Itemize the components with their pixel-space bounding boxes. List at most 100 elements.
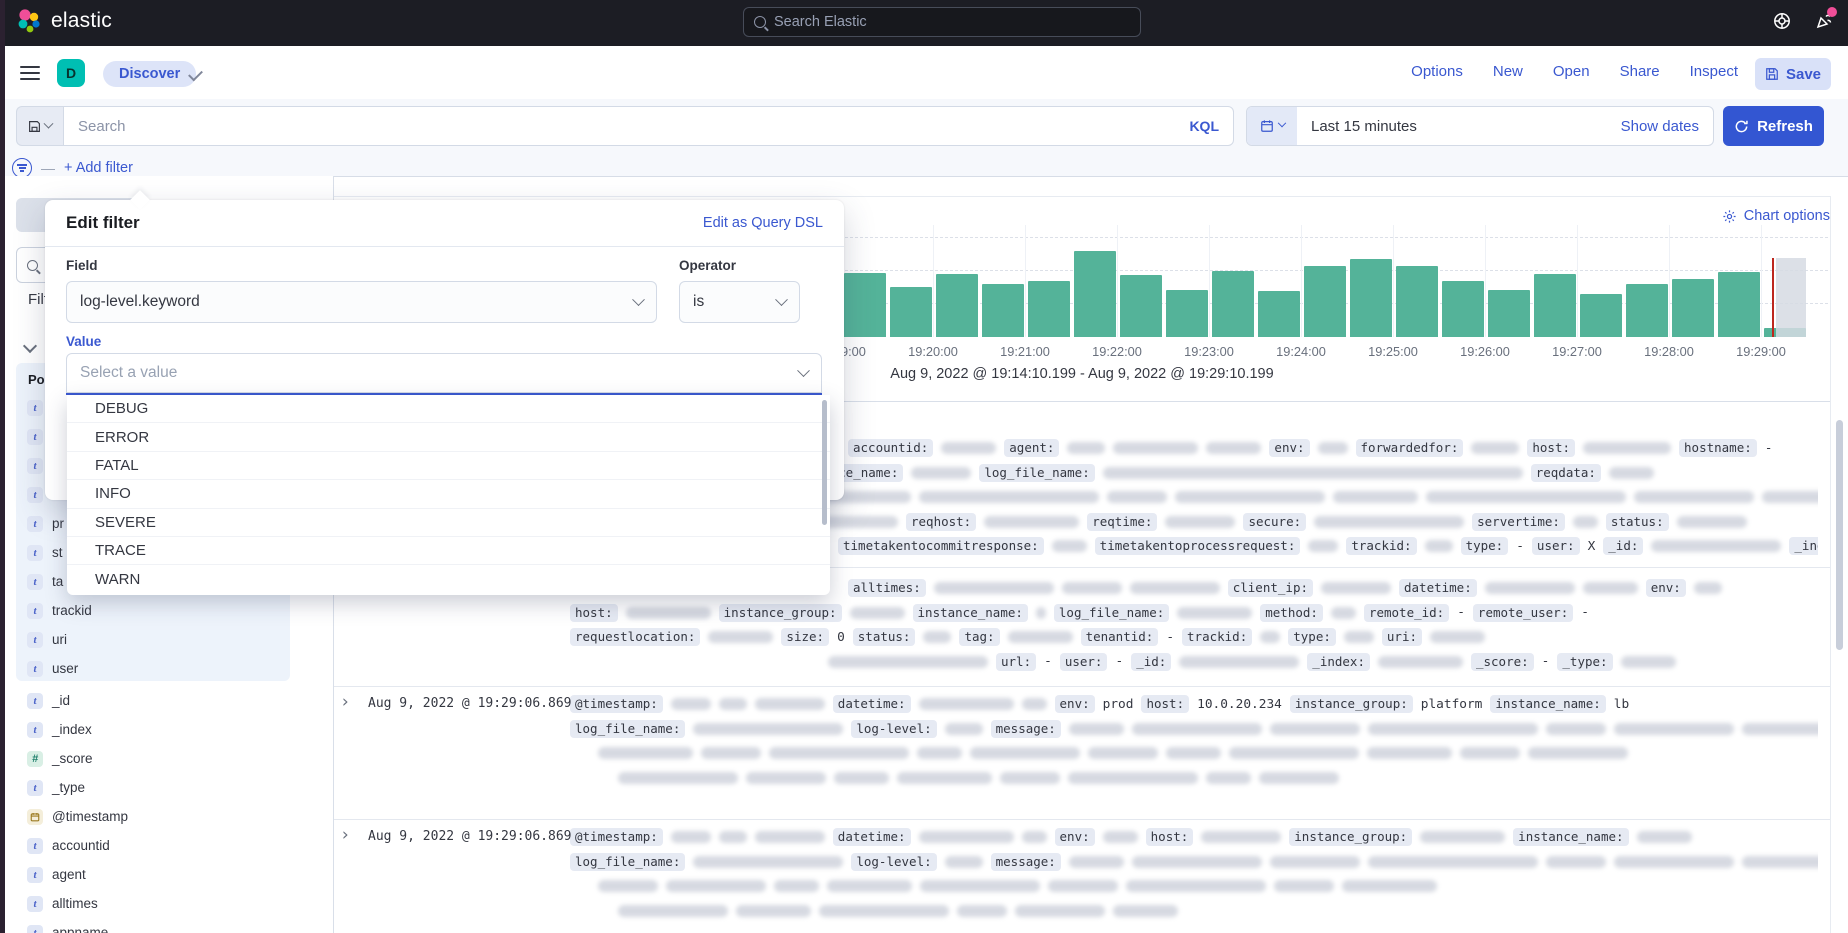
x-axis-tick-label: 19:22:00 — [1092, 344, 1142, 359]
histogram-bar[interactable] — [844, 273, 886, 337]
sidebar-field-_id[interactable]: t_id — [16, 686, 316, 715]
field-label: Field — [66, 258, 98, 273]
histogram-bar[interactable] — [1350, 259, 1392, 337]
field-badge: datetime: — [833, 828, 911, 846]
histogram-bar[interactable] — [1258, 291, 1300, 337]
redacted-value — [1651, 540, 1781, 552]
sidebar-field-_score[interactable]: #_score — [16, 744, 316, 773]
redacted-value — [618, 905, 728, 917]
redacted-value — [919, 831, 1014, 843]
saved-query-menu-button[interactable] — [16, 106, 63, 146]
histogram-bar[interactable] — [1074, 251, 1116, 337]
space-avatar[interactable]: D — [57, 59, 85, 87]
redacted-value — [911, 467, 971, 479]
histogram-bar[interactable] — [982, 284, 1024, 337]
chart-options-button[interactable]: Chart options — [1722, 208, 1830, 224]
filter-settings-icon[interactable] — [12, 158, 32, 178]
histogram-bar[interactable] — [1166, 290, 1208, 337]
kql-search-input[interactable]: Search KQL — [63, 106, 1234, 146]
sidebar-field-uri[interactable]: turi — [16, 625, 290, 654]
histogram-bar[interactable] — [1396, 266, 1438, 337]
histogram-bar[interactable] — [1120, 275, 1162, 337]
field-value: - — [1516, 539, 1524, 554]
sidebar-field-appname[interactable]: tappname — [16, 918, 316, 933]
histogram-bar[interactable] — [1304, 266, 1346, 337]
elastic-logo[interactable]: elastic — [16, 8, 112, 34]
histogram-bar[interactable] — [1672, 279, 1714, 337]
operator-select[interactable]: is — [679, 281, 800, 323]
redacted-value — [1420, 831, 1505, 843]
sidebar-field-trackid[interactable]: ttrackid — [16, 596, 290, 625]
dropdown-scrollbar[interactable] — [822, 400, 827, 525]
redacted-value — [834, 772, 889, 784]
sidebar-field-_type[interactable]: t_type — [16, 773, 316, 802]
table-row[interactable]: ›Aug 9, 2022 @ 19:29:06.869@timestamp:da… — [334, 686, 1830, 819]
edit-as-query-dsl-link[interactable]: Edit as Query DSL — [703, 215, 823, 231]
histogram-bar[interactable] — [1718, 272, 1760, 337]
toolbar-link-inspect[interactable]: Inspect — [1690, 63, 1738, 80]
histogram-bar[interactable] — [1488, 290, 1530, 337]
sidebar-field-_index[interactable]: t_index — [16, 715, 316, 744]
add-filter-link[interactable]: + Add filter — [64, 160, 133, 176]
histogram-bar[interactable] — [1442, 281, 1484, 337]
value-combobox[interactable]: Select a value — [66, 353, 822, 395]
vertical-scrollbar[interactable] — [1836, 420, 1843, 650]
expand-row-icon[interactable]: › — [340, 827, 350, 844]
histogram-bar[interactable] — [890, 287, 932, 337]
dropdown-option-error[interactable]: ERROR — [67, 423, 830, 451]
redacted-value — [1008, 631, 1073, 643]
field-badge: url: — [996, 653, 1036, 671]
field-badge: message: — [991, 853, 1061, 871]
field-badge: trackid: — [1182, 628, 1252, 646]
dropdown-option-severe[interactable]: SEVERE — [67, 509, 830, 537]
menu-icon[interactable] — [20, 66, 40, 80]
toolbar-link-options[interactable]: Options — [1411, 63, 1463, 80]
sidebar-field-alltimes[interactable]: t alltimes — [16, 889, 316, 918]
field-value: 10.0.20.234 — [1197, 697, 1282, 712]
help-icon[interactable] — [1772, 11, 1792, 31]
histogram-bar[interactable] — [1212, 271, 1254, 337]
chevron-down-icon[interactable] — [23, 339, 37, 353]
redacted-value — [1069, 856, 1124, 868]
redacted-value — [1694, 582, 1722, 594]
calendar-icon — [27, 809, 43, 825]
field-name: alltimes — [52, 896, 98, 911]
toolbar-link-share[interactable]: Share — [1620, 63, 1660, 80]
field-name: appname — [52, 925, 108, 933]
field-badge: instance_name: — [1490, 695, 1605, 713]
dropdown-option-fatal[interactable]: FATAL — [67, 452, 830, 480]
toolbar-link-open[interactable]: Open — [1553, 63, 1590, 80]
query-language-button[interactable]: KQL — [1189, 118, 1219, 134]
save-button[interactable]: Save — [1755, 58, 1831, 90]
histogram-bar[interactable] — [1028, 281, 1070, 337]
sidebar-field-agent[interactable]: tagent — [16, 860, 316, 889]
toolbar-link-new[interactable]: New — [1493, 63, 1523, 80]
news-icon[interactable] — [1814, 11, 1834, 31]
field-select-value: log-level.keyword — [80, 293, 200, 311]
table-row[interactable]: ›Aug 9, 2022 @ 19:29:06.869@timestamp:da… — [334, 819, 1830, 933]
show-dates-link[interactable]: Show dates — [1621, 118, 1713, 135]
refresh-button[interactable]: Refresh — [1723, 106, 1824, 146]
sidebar-field-@timestamp[interactable]: @timestamp — [16, 802, 316, 831]
histogram-bar[interactable] — [1580, 294, 1622, 337]
dropdown-option-warn[interactable]: WARN — [67, 565, 830, 593]
calendar-button[interactable] — [1247, 107, 1297, 145]
dropdown-option-debug[interactable]: DEBUG — [67, 395, 830, 423]
sidebar-field-user[interactable]: tuser — [16, 654, 290, 683]
histogram-bar[interactable] — [1626, 284, 1668, 337]
field-badge: trackid: — [1346, 537, 1416, 555]
dropdown-option-trace[interactable]: TRACE — [67, 537, 830, 565]
text-field-icon: t — [27, 896, 43, 912]
histogram-bar[interactable] — [1534, 274, 1576, 337]
dropdown-option-info[interactable]: INFO — [67, 480, 830, 508]
redacted-value — [1048, 880, 1118, 892]
sidebar-field-accountid[interactable]: taccountid — [16, 831, 316, 860]
global-search-input[interactable]: Search Elastic — [743, 7, 1141, 37]
time-range-value[interactable]: Last 15 minutes — [1297, 118, 1621, 135]
breadcrumb[interactable]: Discover — [103, 61, 196, 87]
expand-row-icon[interactable]: › — [340, 694, 350, 711]
redacted-value — [1609, 467, 1654, 479]
field-select[interactable]: log-level.keyword — [66, 281, 657, 323]
histogram-bar[interactable] — [936, 274, 978, 337]
text-field-icon: t — [27, 574, 43, 590]
